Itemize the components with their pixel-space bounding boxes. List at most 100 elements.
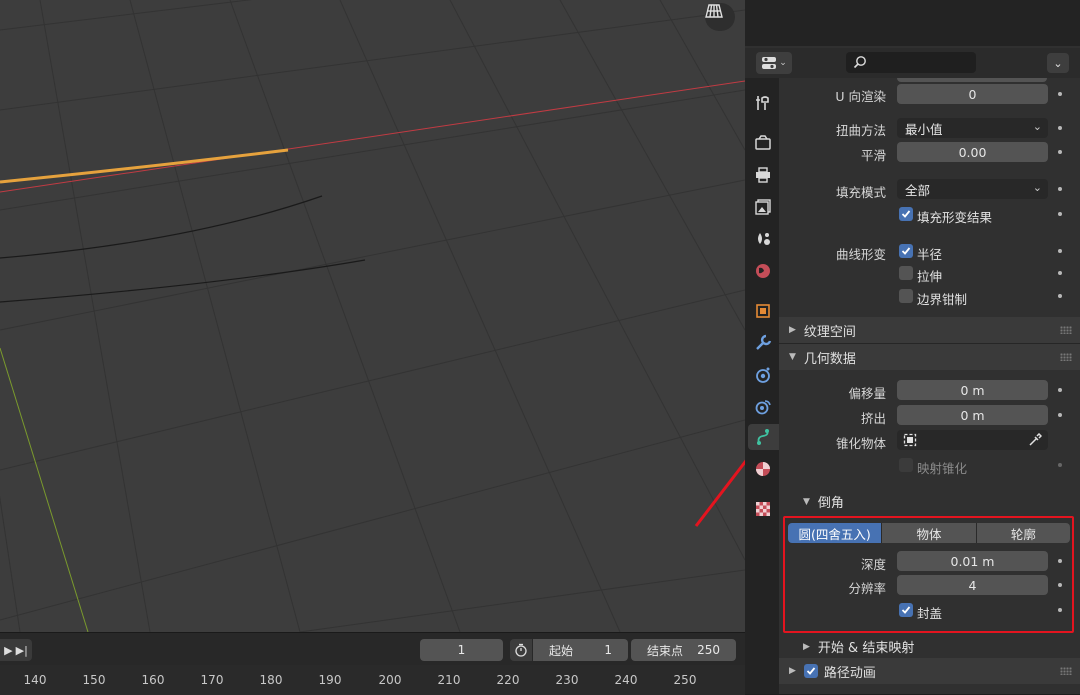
material-icon[interactable] [750,456,776,482]
keyframe-dot[interactable] [1058,388,1062,392]
texture-icon[interactable] [750,496,776,522]
playback-controls[interactable]: ▶ ▶| [0,639,32,661]
world-icon[interactable] [750,258,776,284]
subpanel-bevel[interactable]: ▼ 倒角 [803,492,844,511]
render-icon[interactable] [750,130,776,156]
fill-deform-checkbox[interactable] [899,207,913,221]
taper-object-field[interactable] [897,430,1048,450]
collapsed-arrow-icon: ▶ [789,666,796,676]
particles-icon[interactable] [750,362,776,388]
scrolled-field-edge [897,78,1047,82]
curve-deform-label: 曲线形变 [835,247,886,262]
options-dropdown-button[interactable]: ⌄ [1047,53,1069,73]
checkmark-icon [901,247,911,255]
keyframe-dot[interactable] [1058,463,1062,467]
twist-method-dropdown[interactable]: 最小值 ⌄ [897,118,1048,138]
bounds-clamp-checkbox[interactable] [899,289,913,303]
jump-end-icon[interactable]: ▶| [16,644,28,657]
frame-tick: 140 [23,673,47,687]
keyframe-dot[interactable] [1058,249,1062,253]
viewport-scene [0,0,745,632]
properties-tabs [745,78,779,694]
chevron-down-icon: ⌄ [779,58,787,68]
keyframe-dot[interactable] [1058,413,1062,417]
modifier-icon[interactable] [750,330,776,356]
fill-mode-dropdown[interactable]: 全部 ⌄ [897,179,1048,199]
stretch-label: 拉伸 [917,269,943,284]
drag-grip-icon[interactable] [1060,326,1072,334]
frame-tick: 200 [378,673,402,687]
offset-label: 偏移量 [848,386,886,401]
keyframe-dot[interactable] [1058,187,1062,191]
taper-object-label: 锥化物体 [835,436,886,451]
stretch-checkbox[interactable] [899,266,913,280]
keyframe-dot[interactable] [1058,212,1062,216]
extrude-field[interactable]: 0 m [897,405,1048,425]
path-animation-checkbox[interactable] [803,664,818,678]
x-axis-line [0,80,745,193]
fill-deform-label: 填充形变结果 [917,210,993,225]
frame-ruler[interactable]: 140 150 160 170 180 190 200 210 220 230 … [0,665,745,695]
fill-mode-label: 填充模式 [835,185,886,200]
view-layer-icon[interactable] [750,194,776,220]
current-frame-field[interactable]: 1 [420,639,503,661]
extrude-label: 挤出 [860,411,886,426]
frame-tick: 190 [318,673,342,687]
tool-icon[interactable] [750,90,776,116]
3d-viewport[interactable] [0,0,745,632]
chevron-down-icon: ⌄ [1053,56,1063,70]
expanded-arrow-icon: ▼ [803,496,810,507]
frame-tick: 240 [614,673,638,687]
twist-method-label: 扭曲方法 [835,123,886,138]
grid-view-icon[interactable] [705,3,735,31]
keyframe-dot[interactable] [1058,271,1062,275]
properties-header: ⌄ ⌄ [745,48,1080,78]
panel-geometry[interactable]: ▼ 几何数据 [779,344,1080,370]
smooth-field[interactable]: 0.00 [897,142,1048,162]
scene-icon[interactable] [750,226,776,252]
keyframe-dot[interactable] [1058,294,1062,298]
curve-object-3[interactable] [0,259,366,303]
map-taper-label: 映射锥化 [917,461,968,476]
checkmark-icon [901,210,911,218]
output-icon[interactable] [750,162,776,188]
frame-tick: 250 [673,673,697,687]
start-frame-field[interactable]: 起始 1 [533,639,628,661]
drag-grip-icon[interactable] [1060,667,1072,675]
physics-icon[interactable] [750,394,776,420]
radius-checkbox[interactable] [899,244,913,258]
search-input[interactable] [846,52,976,73]
selected-curve[interactable] [0,148,289,184]
map-taper-checkbox[interactable] [899,458,913,472]
offset-field[interactable]: 0 m [897,380,1048,400]
object-icon[interactable] [750,298,776,324]
keyframe-dot[interactable] [1058,126,1062,130]
annotation-highlight-box [783,516,1074,633]
properties-top-bar [745,0,1080,46]
drag-grip-icon[interactable] [1060,353,1072,361]
collapsed-arrow-icon: ▶ [789,325,796,335]
smooth-label: 平滑 [860,148,886,163]
editor-type-button[interactable]: ⌄ [756,52,792,74]
frame-tick: 170 [200,673,224,687]
eyedropper-icon[interactable] [1028,433,1042,447]
curve-data-icon[interactable] [748,424,779,450]
keyframe-dot[interactable] [1058,92,1062,96]
panel-path-animation[interactable]: ▶ 路径动画 [779,658,1080,684]
curve-object-2[interactable] [0,195,323,259]
end-frame-field[interactable]: 结束点 250 [631,639,736,661]
collapsed-arrow-icon: ▶ [803,641,810,652]
frame-tick: 160 [141,673,165,687]
timeline[interactable]: ▶ ▶| 1 起始 1 结束点 250 140 150 160 170 180 … [0,632,745,695]
subpanel-start-end-mapping[interactable]: ▶ 开始 & 结束映射 [803,637,914,656]
frame-tick: 180 [259,673,283,687]
play-icon[interactable]: ▶ [4,644,12,657]
floor-grid [0,0,745,632]
keyframe-dot[interactable] [1058,150,1062,154]
stopwatch-icon[interactable] [510,639,532,661]
u-render-field[interactable]: 0 [897,84,1048,104]
object-square-icon [903,433,917,447]
frame-tick: 220 [496,673,520,687]
panel-texture-space[interactable]: ▶ 纹理空间 [779,317,1080,343]
expanded-arrow-icon: ▼ [789,352,796,362]
